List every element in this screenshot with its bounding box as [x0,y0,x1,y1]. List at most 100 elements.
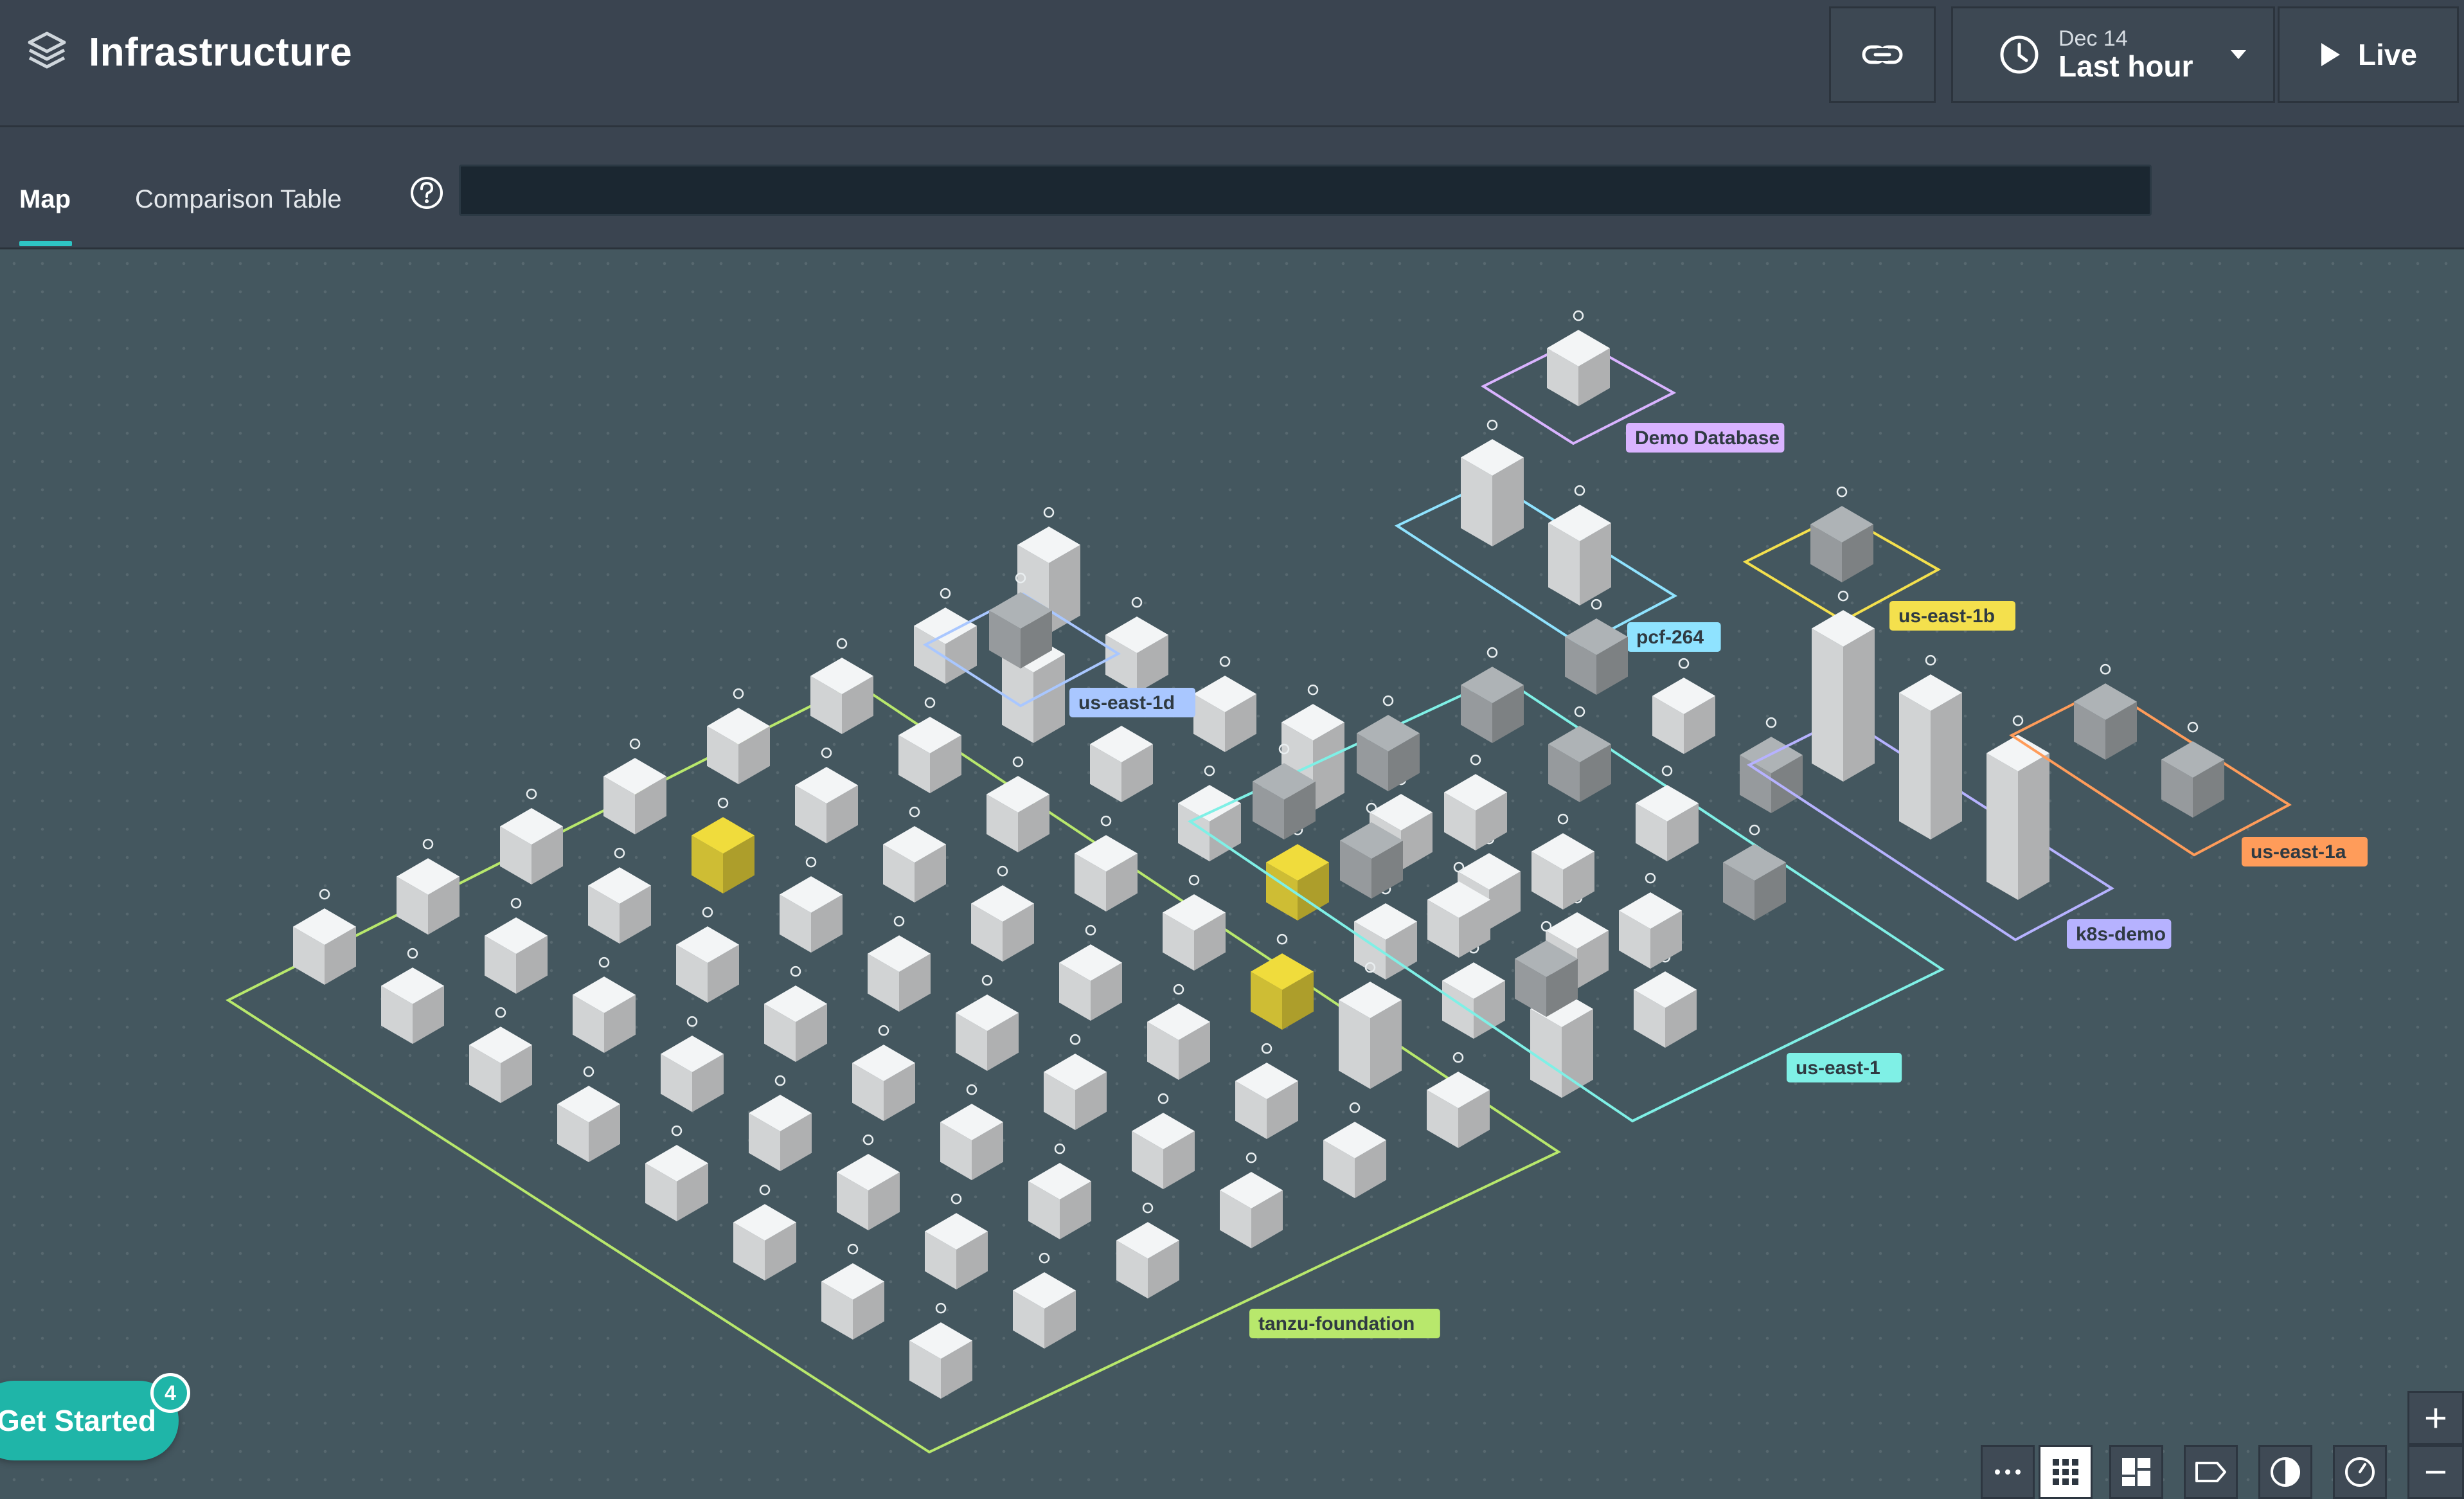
host-cube[interactable] [986,756,1049,852]
zoom-in-button[interactable]: + [2407,1391,2464,1445]
group-label-us-east-1a[interactable]: us-east-1a [2242,837,2368,866]
host-cube[interactable] [485,897,548,994]
host-cube[interactable] [764,965,827,1062]
group-label-pcf-264[interactable]: pcf-264 [1627,622,1721,652]
host-cube[interactable] [603,738,666,834]
host-cube[interactable] [588,847,651,944]
filter-input[interactable] [459,165,2152,216]
copy-link-button[interactable] [1829,6,1936,103]
labels-toggle-button[interactable] [2184,1445,2238,1499]
grid-view-button[interactable] [2039,1445,2093,1499]
host-cube[interactable] [397,838,460,935]
metric-gauge-button[interactable] [2333,1445,2387,1499]
host-cube[interactable] [1357,695,1420,791]
zoom-out-button[interactable]: − [2407,1445,2464,1499]
host-cube[interactable] [971,865,1034,962]
host-cube[interactable] [1531,813,1594,910]
host-cube[interactable] [2074,663,2137,760]
host-cube[interactable] [573,956,636,1053]
host-cube[interactable] [1220,1152,1283,1248]
host-cube[interactable] [956,974,1019,1071]
host-cube[interactable] [1444,754,1507,850]
host-cube[interactable] [1147,983,1210,1080]
host-cube[interactable] [500,788,563,884]
host-cube[interactable] [676,906,739,1003]
host-cube[interactable] [557,1066,620,1162]
host-cube[interactable] [2161,721,2224,818]
host-cube[interactable] [645,1125,708,1221]
host-cube[interactable] [1059,924,1122,1021]
host-cube[interactable] [1235,1043,1298,1139]
host-cube[interactable] [1461,419,1524,546]
host-cube[interactable] [1323,1102,1386,1198]
host-cube[interactable] [1634,951,1697,1048]
group-label-demo-database[interactable]: Demo Database [1626,423,1785,453]
host-cube[interactable] [1548,485,1611,606]
group-label-us-east-1d[interactable]: us-east-1d [1069,688,1195,717]
host-cube[interactable] [1723,824,1786,920]
host-cube[interactable] [868,915,931,1012]
host-cube[interactable] [749,1075,812,1171]
host-cube[interactable] [940,1084,1003,1180]
host-cube[interactable] [1163,874,1226,971]
host-cube[interactable] [1636,765,1699,861]
host-cube[interactable] [837,1134,900,1230]
host-cube[interactable] [1565,598,1628,695]
host-cube[interactable] [780,856,843,953]
host-cube[interactable] [1090,706,1153,802]
host-cube[interactable] [821,1243,884,1340]
host-cube[interactable] [1116,1202,1179,1298]
host-cube[interactable] [1810,486,1873,582]
color-by-button[interactable] [2258,1445,2312,1499]
host-cube[interactable] [1427,1052,1490,1148]
host-cube[interactable] [661,1016,724,1112]
host-cube[interactable] [1044,1034,1107,1130]
host-cube[interactable] [692,797,754,893]
more-options-button[interactable] [1981,1445,2035,1499]
host-cube[interactable] [293,888,356,985]
host-cube[interactable] [1899,654,1962,839]
host-cube[interactable] [1028,1143,1091,1239]
host-cube[interactable] [1986,715,2049,900]
host-cube[interactable] [1105,597,1168,693]
live-button[interactable]: Live [2278,6,2459,103]
time-picker-button[interactable]: Dec 14 Last hour [1951,6,2275,103]
map-canvas[interactable]: tanzu-foundation us-east-1d Demo Database p… [0,249,2464,1499]
host-cube[interactable] [1548,706,1611,802]
host-cube[interactable] [795,747,858,843]
host-cube[interactable] [925,1193,988,1289]
host-cube[interactable] [1619,872,1682,969]
group-label-us-east-1b[interactable]: us-east-1b [1889,601,2015,631]
host-cube[interactable] [1461,647,1524,743]
host-cube[interactable] [1132,1093,1195,1189]
host-cube[interactable] [810,638,873,734]
host-cube[interactable] [1075,815,1138,911]
host-cube[interactable] [381,947,444,1044]
host-cube[interactable] [1013,1252,1076,1349]
host-cube[interactable] [1547,310,1610,406]
host-cube[interactable] [1266,824,1329,920]
host-cube[interactable] [914,588,977,684]
host-cube[interactable] [852,1025,915,1121]
group-label-k8s-demo[interactable]: k8s-demo [2067,919,2172,949]
tab-map[interactable]: Map [19,185,71,214]
help-icon[interactable] [409,175,445,211]
host-cube[interactable] [909,1302,972,1399]
tab-comparison-table[interactable]: Comparison Table [135,185,342,214]
host-cube[interactable] [1354,883,1417,980]
host-cube[interactable] [1193,656,1256,752]
group-label-tanzu-foundation[interactable]: tanzu-foundation [1249,1309,1440,1338]
group-label-us-east-1[interactable]: us-east-1 [1787,1053,1902,1082]
host-cube[interactable] [883,806,946,902]
host-cube[interactable] [733,1184,796,1280]
host-cube[interactable] [1251,933,1314,1030]
infrastructure-map[interactable]: tanzu-foundation us-east-1d Demo Database p… [0,249,2464,1499]
host-cube[interactable] [1812,590,1875,782]
dashboard-view-button[interactable] [2109,1445,2163,1499]
host-cube[interactable] [898,697,961,793]
host-cube[interactable] [1339,962,1402,1089]
host-cube[interactable] [1652,658,1715,754]
host-cube[interactable] [707,688,770,784]
host-cube[interactable] [1442,942,1505,1039]
host-cube[interactable] [469,1007,532,1103]
